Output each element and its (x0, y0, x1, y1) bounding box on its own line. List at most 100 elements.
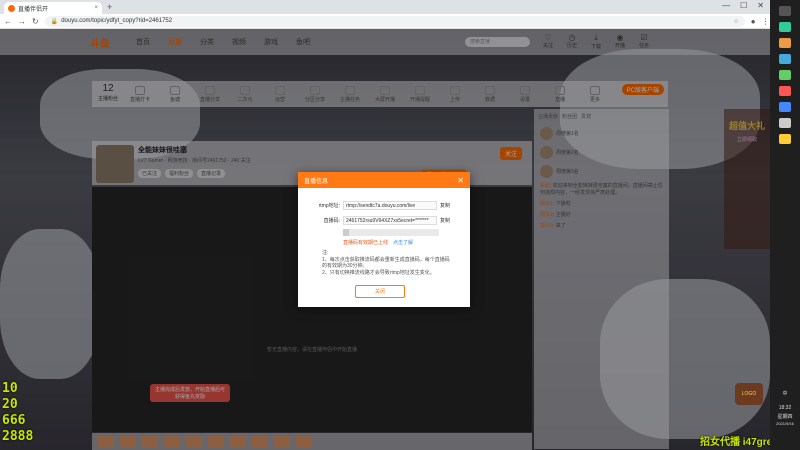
tool-item[interactable]: 直播 (547, 85, 573, 103)
maximize-button[interactable]: ☐ (740, 1, 747, 10)
nav-home[interactable]: 首页 (136, 37, 150, 47)
dialog-ok-button[interactable]: 关闭 (355, 285, 405, 298)
tool-item[interactable]: 二次元 (232, 85, 258, 103)
anchor-tag[interactable]: 直播记录 (197, 169, 226, 178)
copy-key-button[interactable]: 复制 (440, 217, 450, 224)
gift-icon[interactable] (142, 435, 158, 448)
taskbar-app-icon[interactable] (779, 102, 791, 112)
gift-icon[interactable] (186, 435, 202, 448)
nav-live[interactable]: 直播 (168, 37, 182, 47)
gift-icon[interactable] (274, 435, 290, 448)
gift-icon[interactable] (230, 435, 246, 448)
taskbar-app-icon[interactable] (779, 118, 791, 128)
browser-toolbar: ← → ↻ 🔒 douyu.com/topic/ydfyt_copy?rid=2… (0, 14, 770, 29)
douyu-logo[interactable]: 斗鱼 (90, 35, 110, 50)
rank-row[interactable]: 周榜第3名 (534, 162, 669, 181)
tool-item[interactable]: 运营 (267, 85, 293, 103)
follow-header-button[interactable]: ♡ 关注 (540, 33, 556, 50)
tool-item[interactable]: 主播任务 (337, 85, 363, 103)
avatar (540, 127, 553, 140)
bookmark-star-icon[interactable]: ☆ (733, 18, 738, 25)
taskbar-app-icon[interactable] (779, 54, 791, 64)
anchor-tag[interactable]: 福利粉丝 (165, 169, 194, 178)
gift-icon[interactable] (208, 435, 224, 448)
key-scrollbar[interactable] (343, 229, 439, 236)
douyu-favicon-icon (8, 4, 15, 12)
taskbar-app-icon[interactable] (779, 70, 791, 80)
clock-time[interactable]: 18:32 (770, 405, 800, 411)
stream-key-field[interactable]: 2461752rsu9V94XZ7xx5ecret=******* (343, 216, 437, 225)
nav-game[interactable]: 游戏 (264, 37, 278, 47)
anchor-avatar[interactable] (96, 145, 134, 183)
right-ad-banner[interactable]: 超值大礼 立即领取 (724, 109, 770, 249)
gift-icon[interactable] (164, 435, 180, 448)
tool-item[interactable]: 大屏开播 (372, 85, 398, 103)
taskbar-app-icon[interactable] (779, 22, 791, 32)
task-header-button[interactable]: ☑ 任务 (636, 33, 652, 50)
taskbar-app-icon[interactable] (779, 86, 791, 96)
rtmp-row: rtmp地址: rtmp://sendtc7a.douyu.com/live 复… (304, 201, 450, 210)
header-icons: ♡ 关注 ◷ 历史 ⤓ 下载 ◉ 开播 ☑ 任务 (540, 33, 652, 50)
stream-key-label: 直播码: (323, 218, 340, 224)
anchor-tag[interactable]: 已关注 (138, 169, 162, 178)
history-header-button[interactable]: ◷ 历史 (564, 33, 580, 50)
rtmp-field[interactable]: rtmp://sendtc7a.douyu.com/live (343, 201, 437, 210)
site-nav: 首页 直播 分类 视频 游戏 鱼吧 (136, 37, 310, 47)
pc-client-button[interactable]: PC版客户端 (621, 84, 664, 95)
nav-video[interactable]: 视频 (232, 37, 246, 47)
chat-message: 观众2: 主播好 (540, 212, 571, 218)
copy-rtmp-button[interactable]: 复制 (440, 202, 450, 209)
tool-item[interactable]: 鱼塘 (162, 85, 188, 103)
sidebar-tab[interactable]: 主播贡献 (538, 113, 558, 120)
gift-icon[interactable] (98, 435, 114, 448)
tool-item[interactable]: 上传 (442, 85, 468, 103)
taskbar-app-icon[interactable] (779, 6, 791, 16)
lock-icon: 🔒 (50, 18, 59, 25)
follow-button[interactable]: 关注 (500, 147, 523, 160)
tool-item[interactable]: 设置 (512, 85, 538, 103)
tool-item[interactable]: 更多 (582, 85, 608, 103)
chat-message: 系统: 欢迎来到全能妹妹很哇塞的直播间，直播间禁止任何违规内容，一经发现将严肃处… (540, 183, 663, 196)
new-tab-button[interactable]: + (107, 2, 112, 12)
scroll-knob[interactable] (343, 229, 349, 236)
rank-row[interactable]: 周榜第2名 (534, 143, 669, 162)
forward-icon[interactable]: → (18, 17, 26, 26)
tool-item[interactable]: 直播打卡 (127, 85, 153, 103)
nav-category[interactable]: 分类 (200, 37, 214, 47)
site-header: 斗鱼 首页 直播 分类 视频 游戏 鱼吧 (0, 29, 770, 55)
tab-close-icon[interactable]: × (94, 5, 98, 11)
nav-yuba[interactable]: 鱼吧 (296, 37, 310, 47)
rtmp-label: rtmp地址: (318, 203, 340, 209)
learn-more-link[interactable]: 点击了解 (393, 239, 413, 246)
tool-item[interactable]: 数据 (477, 85, 503, 103)
gift-icon[interactable] (120, 435, 136, 448)
minimize-button[interactable]: — (722, 1, 730, 10)
sidebar-tab[interactable]: 粉丝团 (562, 113, 577, 120)
tool-item[interactable]: 直播分享 (197, 85, 223, 103)
gift-icon[interactable] (296, 435, 312, 448)
clock-day: 星期四 (777, 414, 793, 420)
window-close-button[interactable]: ✕ (757, 1, 764, 10)
sidebar: 主播贡献 粉丝团 贵宾 周榜第1名 周榜第2名 周榜第3名 系统: 欢迎来到全能… (534, 109, 669, 449)
tool-item[interactable]: 开播提醒 (407, 85, 433, 103)
download-header-button[interactable]: ⤓ 下载 (588, 33, 604, 50)
rank-row[interactable]: 周榜第1名 (534, 124, 669, 143)
sidebar-tab[interactable]: 贵宾 (581, 113, 591, 120)
chat-message: 观众1: 下播啦 (540, 201, 571, 207)
gift-icon[interactable] (252, 435, 268, 448)
site-search-input[interactable]: 搜索直播 (465, 37, 530, 47)
fan-count: 12 主播粉丝 (98, 83, 119, 103)
tool-item[interactable]: 分区分享 (302, 85, 328, 103)
address-bar[interactable]: 🔒 douyu.com/topic/ydfyt_copy?rid=2461752… (44, 15, 745, 27)
ime-indicator[interactable]: 中 (770, 390, 800, 397)
menu-icon[interactable]: ⋮ (762, 17, 770, 26)
gift-promo-banner[interactable]: 主播完成后发放，开始直播后可获得鱼丸奖励 (150, 384, 230, 402)
dialog-close-icon[interactable]: ✕ (457, 176, 464, 185)
start-live-header-button[interactable]: ◉ 开播 (612, 33, 628, 50)
back-icon[interactable]: ← (4, 17, 12, 26)
profile-icon[interactable]: ● (751, 17, 756, 26)
browser-tab[interactable]: 直播伴侣开 × (4, 2, 102, 14)
taskbar-app-icon[interactable] (779, 38, 791, 48)
reload-icon[interactable]: ↻ (32, 17, 39, 26)
taskbar-app-icon[interactable] (779, 134, 791, 144)
